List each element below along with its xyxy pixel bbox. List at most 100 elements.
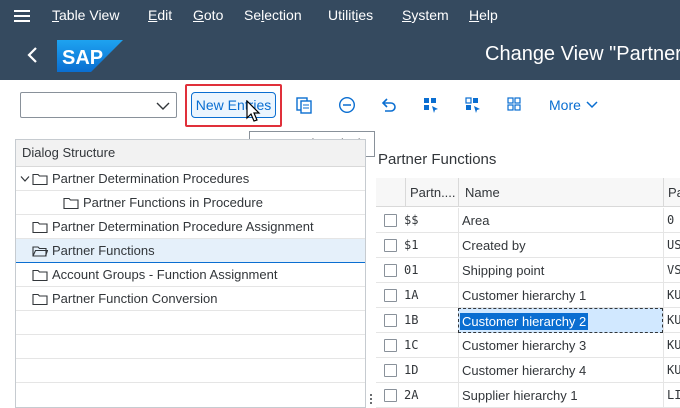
folder-icon (32, 172, 48, 186)
more-button[interactable]: More (549, 94, 598, 116)
table-row[interactable]: 1B Customer hierarchy 2 KU (376, 308, 680, 333)
tree-item-label: Partner Functions in Procedure (83, 195, 263, 210)
deselect-all-icon[interactable] (504, 94, 526, 116)
cell-name-text: Customer hierarchy 1 (462, 288, 587, 303)
cell-pa: US (663, 233, 680, 258)
tree-item[interactable]: Partner Function Conversion (16, 287, 365, 311)
cell-name[interactable]: Area (458, 208, 663, 233)
tree-item-label: Partner Determination Procedure Assignme… (52, 219, 314, 234)
tree-item[interactable]: Account Groups - Function Assignment (16, 263, 365, 287)
sap-logo: SAP (57, 40, 123, 77)
table-title: Partner Functions (378, 151, 497, 168)
table-row[interactable]: 1A Customer hierarchy 1 KU (376, 283, 680, 308)
table-row[interactable]: 1D Customer hierarchy 4 KU (376, 358, 680, 383)
menu-system[interactable]: System (394, 0, 461, 31)
chevron-down-icon (586, 94, 598, 116)
cell-name-text: Customer hierarchy 2 (460, 313, 589, 330)
column-header-name[interactable]: Name (458, 178, 663, 207)
variant-dropdown[interactable] (20, 92, 177, 118)
more-label: More (549, 97, 581, 113)
cell-partn: 1A (404, 288, 419, 302)
table-row[interactable]: $$ Area 0 (376, 208, 680, 233)
partner-functions-table: Partn.... Name Pa $$Area0$1Created byUS0… (376, 178, 680, 408)
cell-pa: KU (663, 358, 680, 383)
menu-utilities[interactable]: Utilities (320, 0, 394, 31)
cell-name[interactable]: Customer hierarchy 2 (458, 308, 663, 333)
cell-name[interactable]: Shipping point (458, 258, 663, 283)
cell-name-text: Shipping point (462, 263, 545, 278)
cell-name-text: Created by (462, 238, 526, 253)
delete-icon[interactable] (336, 94, 358, 116)
cell-name[interactable]: Supplier hierarchy 1 (458, 383, 663, 408)
undo-icon[interactable] (378, 94, 400, 116)
column-header-pa[interactable]: Pa (663, 178, 680, 207)
page-title: Change View "Partner (485, 43, 680, 65)
tree-item[interactable]: Partner Functions in Procedure (16, 191, 365, 215)
table-header: Partn.... Name Pa (376, 178, 680, 207)
table-row[interactable]: 1C Customer hierarchy 3 KU (376, 333, 680, 358)
chevron-down-icon (156, 99, 170, 117)
folder-icon (32, 220, 48, 234)
tree-item-label: Partner Function Conversion (52, 291, 218, 306)
mouse-cursor-icon (246, 99, 262, 129)
menu-edit[interactable]: Edit (140, 0, 185, 31)
row-checkbox[interactable] (384, 364, 397, 377)
table-row[interactable]: 01 Shipping point VS (376, 258, 680, 283)
chevron-down-icon[interactable] (18, 175, 32, 183)
row-checkbox[interactable] (384, 214, 397, 227)
table-row[interactable]: $1 Created by US (376, 233, 680, 258)
cell-name[interactable]: Customer hierarchy 1 (458, 283, 663, 308)
row-checkbox[interactable] (384, 289, 397, 302)
tree-item[interactable]: Partner Determination Procedures (16, 167, 365, 191)
cell-pa: LI (663, 383, 680, 408)
dialog-structure-panel: Dialog Structure Partner Determination P… (15, 139, 366, 408)
cell-name[interactable]: Customer hierarchy 3 (458, 333, 663, 358)
select-all-icon[interactable] (420, 94, 442, 116)
cell-pa: 0 (663, 208, 680, 233)
new-entries-button[interactable]: New Entries (191, 92, 276, 118)
cell-name[interactable]: Created by (458, 233, 663, 258)
back-icon[interactable] (20, 43, 44, 67)
select-all-column[interactable] (376, 178, 405, 207)
tree-item[interactable]: Partner Determination Procedure Assignme… (16, 215, 365, 239)
select-block-icon[interactable] (462, 94, 484, 116)
cell-partn: $$ (404, 213, 419, 227)
tree-item[interactable]: Partner Functions (16, 239, 365, 263)
tree-item-label: Account Groups - Function Assignment (52, 267, 278, 282)
menu-help[interactable]: Help (461, 0, 503, 31)
cell-partn: 1D (404, 363, 419, 377)
folder-open-icon (32, 244, 48, 258)
tree-empty-row (16, 335, 365, 359)
copy-icon[interactable] (293, 94, 315, 116)
row-checkbox[interactable] (384, 239, 397, 252)
cell-pa: KU (663, 283, 680, 308)
column-header-partn[interactable]: Partn.... (405, 178, 457, 207)
row-checkbox[interactable] (384, 264, 397, 277)
tree-empty-row (16, 359, 365, 383)
cell-partn: 1B (404, 313, 419, 327)
row-checkbox[interactable] (384, 314, 397, 327)
cell-partn: $1 (404, 238, 419, 252)
svg-text:SAP: SAP (62, 47, 103, 69)
cell-partn: 01 (404, 263, 419, 277)
menu-table-view[interactable]: Table View (44, 0, 140, 31)
cell-pa: VS (663, 258, 680, 283)
menu-selection[interactable]: Selection (236, 0, 320, 31)
menu-bar: Table View Edit Goto Selection Utilities Syst… (0, 0, 680, 31)
table-row[interactable]: 2A Supplier hierarchy 1 LI (376, 383, 680, 408)
menu-goto[interactable]: Goto (185, 0, 236, 31)
cell-partn: 2A (404, 388, 419, 402)
cell-partn: 1C (404, 338, 419, 352)
splitter-handle[interactable] (366, 139, 376, 408)
folder-icon (32, 268, 48, 282)
cell-name[interactable]: Customer hierarchy 4 (458, 358, 663, 383)
cell-name-text: Supplier hierarchy 1 (462, 388, 578, 403)
dialog-structure-header: Dialog Structure (16, 140, 365, 167)
cell-pa: KU (663, 333, 680, 358)
row-checkbox[interactable] (384, 339, 397, 352)
hamburger-menu-icon[interactable] (0, 0, 44, 31)
cell-name-text: Customer hierarchy 4 (462, 363, 587, 378)
tree-empty-row (16, 311, 365, 335)
cell-name-text: Customer hierarchy 3 (462, 338, 587, 353)
row-checkbox[interactable] (384, 389, 397, 402)
